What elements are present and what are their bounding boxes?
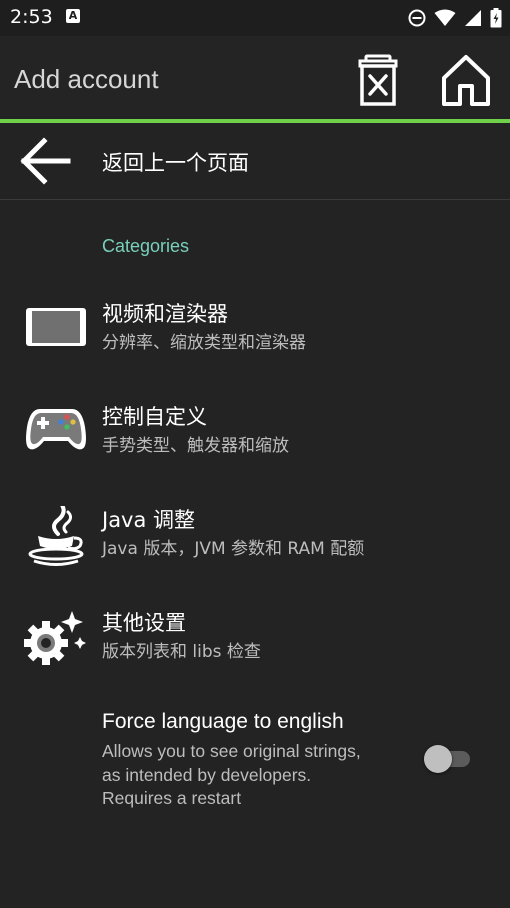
categories-header: Categories (102, 236, 190, 256)
category-title: Java 调整 (102, 508, 196, 532)
status-time: 2:53 (10, 6, 53, 28)
category-title: 其他设置 (102, 611, 186, 635)
delete-account-button[interactable] (350, 52, 406, 108)
gear-sparkle-icon (24, 611, 86, 665)
force-language-line3: Requires a restart (102, 788, 242, 808)
back-row[interactable]: 返回上一个页面 (0, 123, 510, 200)
force-language-switch[interactable] (424, 745, 474, 773)
java-icon (28, 506, 84, 566)
wifi-icon (434, 9, 456, 26)
battery-icon (490, 8, 502, 28)
home-icon (442, 55, 490, 106)
dnd-icon (408, 9, 426, 27)
notification-icon: A (66, 9, 80, 23)
status-icons (408, 8, 502, 28)
force-language-description: Allows you to see original strings, as i… (102, 740, 412, 811)
category-subtitle: 分辨率、缩放类型和渲染器 (102, 333, 306, 353)
force-language-title: Force language to english (102, 710, 344, 733)
category-title: 视频和渲染器 (102, 302, 228, 326)
toolbar: Add account (0, 36, 510, 120)
toolbar-title: Add account (14, 64, 159, 94)
status-bar: 2:53 A (0, 0, 510, 36)
category-controls[interactable]: 控制自定义 手势类型、触发器和缩放 (0, 401, 510, 485)
category-subtitle: 手势类型、触发器和缩放 (102, 436, 289, 456)
signal-icon (465, 10, 481, 26)
back-label: 返回上一个页面 (102, 151, 249, 175)
home-button[interactable] (438, 52, 494, 108)
category-subtitle: Java 版本，JVM 参数和 RAM 配额 (102, 539, 365, 559)
category-video[interactable]: 视频和渲染器 分辨率、缩放类型和渲染器 (0, 298, 510, 382)
trash-close-icon (358, 54, 398, 106)
category-other[interactable]: 其他设置 版本列表和 libs 检查 (0, 607, 510, 691)
category-subtitle: 版本列表和 libs 检查 (102, 642, 261, 662)
category-title: 控制自定义 (102, 405, 207, 429)
display-icon (26, 308, 86, 346)
force-language-line2: as intended by developers. (102, 764, 312, 785)
category-java[interactable]: Java 调整 Java 版本，JVM 参数和 RAM 配额 (0, 504, 510, 588)
force-language-line1: Allows you to see original strings, (102, 741, 361, 761)
gamepad-icon (26, 409, 86, 450)
switch-thumb (424, 745, 452, 773)
back-arrow-icon[interactable] (20, 137, 72, 185)
